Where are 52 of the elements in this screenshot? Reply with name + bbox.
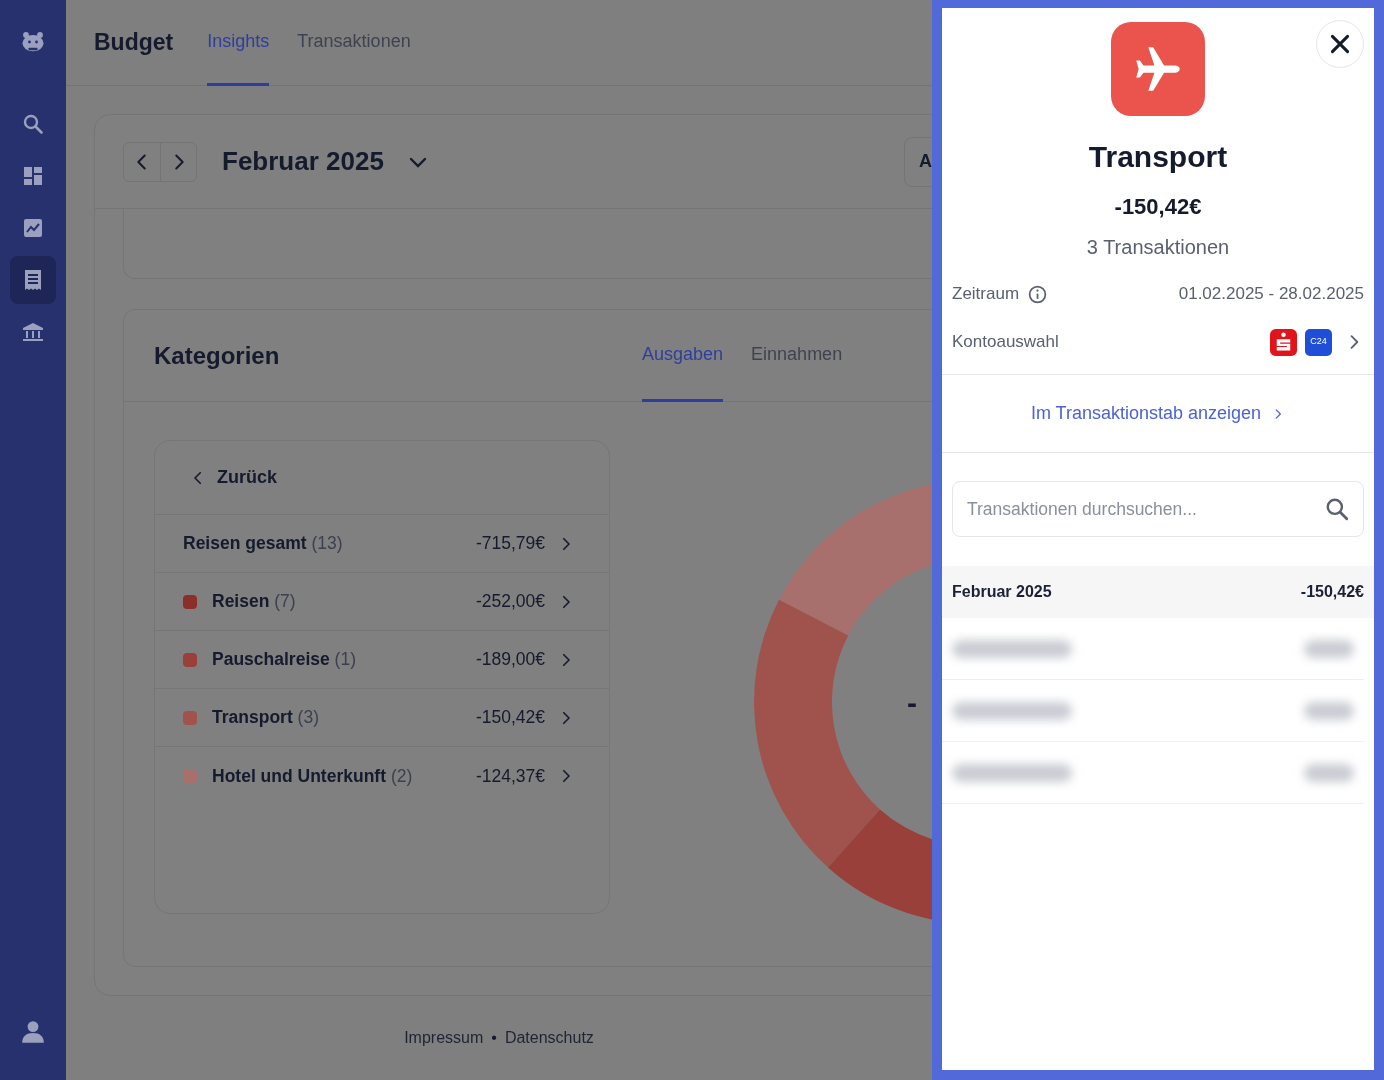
blurred-amount [1304, 639, 1354, 658]
tab[interactable]: Insights [207, 0, 270, 86]
bank-logo-icon[interactable] [1270, 328, 1297, 356]
tab[interactable]: Einnahmen [751, 310, 843, 402]
category-name: Transport (3) [212, 706, 319, 730]
category-row[interactable]: Pauschalreise (1) -189,00€ [155, 631, 609, 689]
category-amount: -252,00€ [475, 590, 545, 614]
chart-total: - [907, 686, 917, 719]
field-label: Zeitraum [952, 283, 1020, 306]
dashboard-icon [21, 164, 45, 188]
footer-link[interactable]: Datenschutz [504, 1026, 594, 1050]
chart-icon [21, 216, 45, 240]
separator-dot: • [491, 1028, 497, 1048]
category-name: Reisen gesamt (13) [183, 532, 343, 556]
tab[interactable]: Transaktionen [297, 0, 411, 86]
search-icon [1324, 496, 1350, 522]
group-amount: -150,42€ [1300, 582, 1364, 602]
category-row[interactable]: Hotel und Unterkunft (2) -124,37€ [155, 747, 609, 805]
transactions-link[interactable]: Im Transaktionstab anzeigen [1030, 400, 1286, 427]
detail-amount: -150,42€ [1113, 193, 1203, 221]
period-title: Februar 2025 [222, 145, 384, 178]
category-name: Reisen (7) [212, 590, 296, 614]
date-range: 01.02.2025 - 28.02.2025 [1178, 283, 1364, 306]
action-button[interactable]: A [904, 136, 932, 187]
detail-title: Transport [1087, 139, 1229, 175]
info-icon [1027, 283, 1049, 305]
page-title: Budget [94, 28, 174, 58]
search-field[interactable]: Transaktionen durchsuchen... [952, 481, 1364, 537]
category-amount: -150,42€ [475, 706, 545, 730]
category-name: Pauschalreise (1) [212, 648, 356, 672]
back-button[interactable]: Zurück [189, 464, 277, 491]
user-icon [20, 1019, 46, 1045]
category-row[interactable]: Reisen (7) -252,00€ [155, 573, 609, 631]
category-row[interactable]: Transport (3) -150,42€ [155, 689, 609, 747]
section-title: Kategorien [154, 341, 280, 371]
blurred-amount [1304, 763, 1354, 782]
group-label: Februar 2025 [952, 582, 1052, 602]
category-amount: -124,37€ [475, 764, 545, 788]
sidebar-button[interactable] [10, 256, 56, 304]
category-amount: -715,79€ [475, 532, 545, 556]
bank-icon [21, 320, 45, 344]
close-button[interactable] [1316, 20, 1364, 68]
category-row[interactable]: Reisen gesamt (13) -715,79€ [155, 515, 609, 573]
transaction-count: 3 Transaktionen [1085, 235, 1231, 260]
tab[interactable]: Ausgaben [642, 310, 724, 402]
category-amount: -189,00€ [475, 648, 545, 672]
field-label: Kontoauswahl [952, 331, 1059, 354]
search-icon [21, 112, 45, 136]
footer-link[interactable]: Impressum [404, 1026, 484, 1050]
blurred-amount [1304, 701, 1354, 720]
bank-badge[interactable]: C24 [1305, 328, 1332, 356]
category-name: Hotel und Unterkunft (2) [212, 764, 413, 788]
